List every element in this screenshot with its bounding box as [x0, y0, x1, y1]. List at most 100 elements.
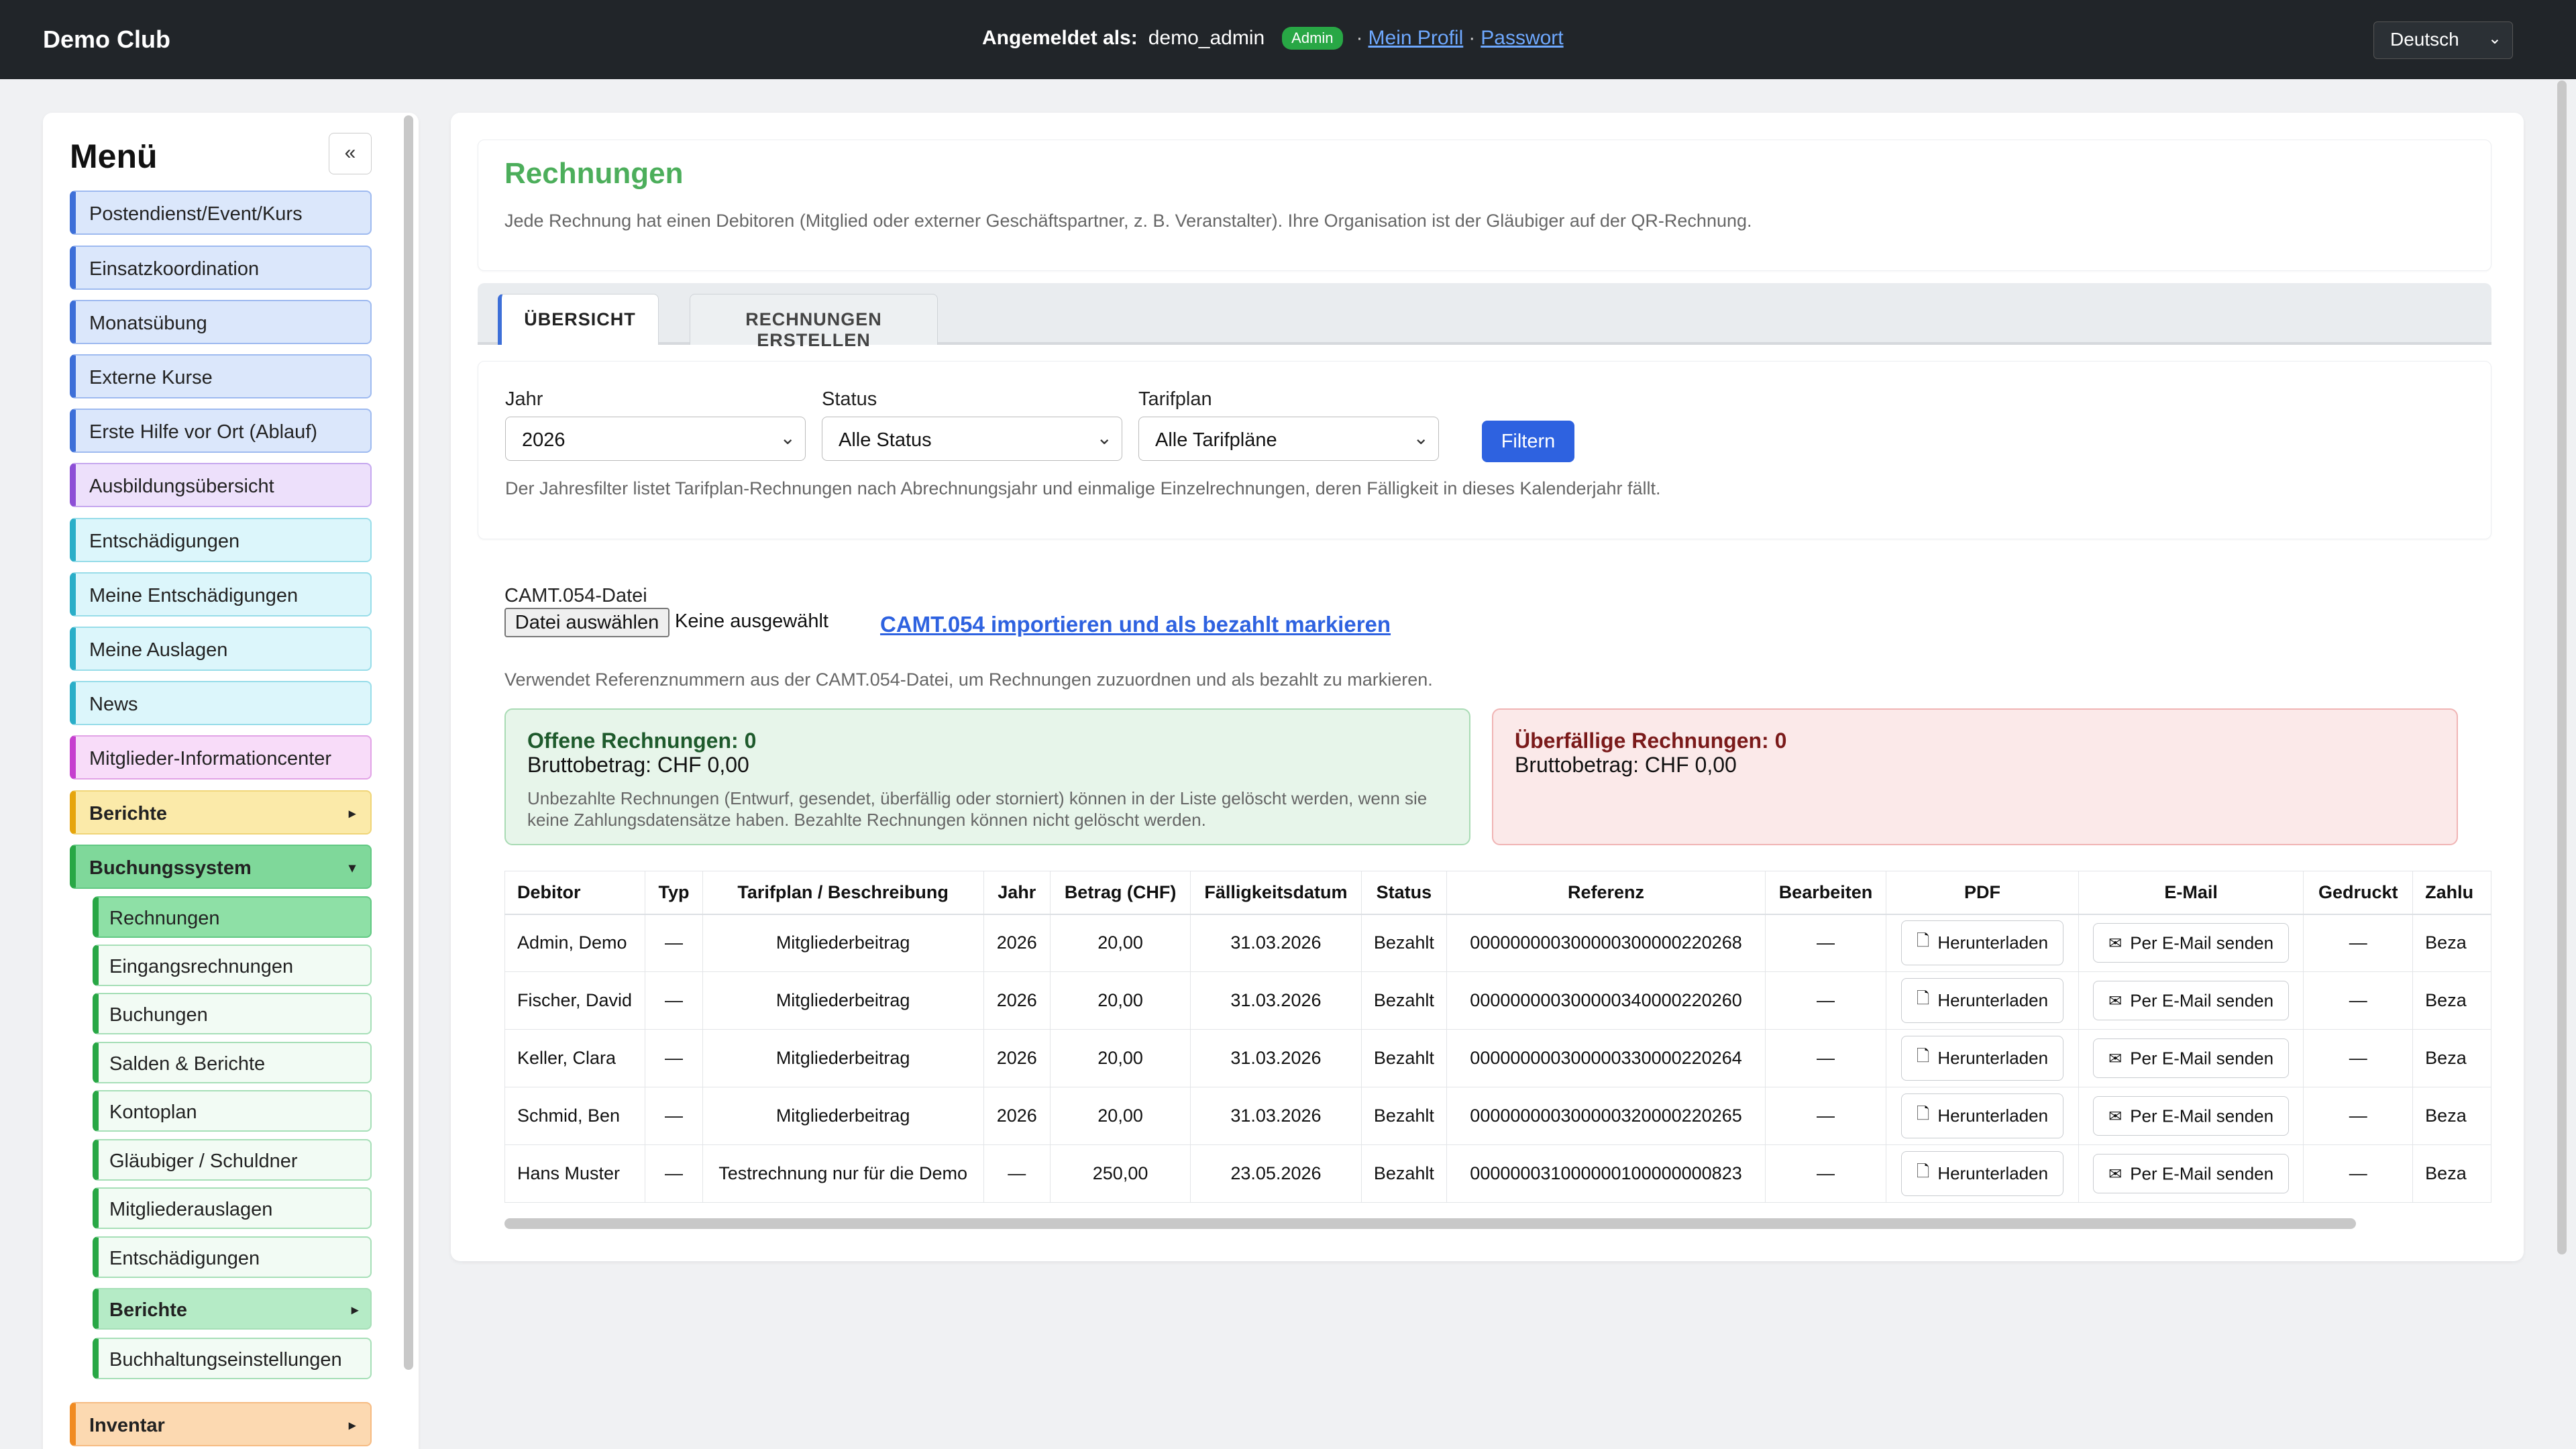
col-pdf[interactable]: PDF	[1886, 871, 2079, 915]
submenu-item-kontoplan[interactable]: Kontoplan	[93, 1090, 372, 1132]
cell-referenz: 000000000300000320000220265	[1446, 1087, 1766, 1145]
send-email-button[interactable]: ✉ Per E-Mail senden	[2093, 1154, 2290, 1193]
submenu-item-mitgliederauslagen[interactable]: Mitgliederauslagen	[93, 1187, 372, 1229]
download-pdf-button[interactable]: 🗋 Herunterladen	[1901, 1151, 2064, 1196]
send-email-button[interactable]: ✉ Per E-Mail senden	[2093, 1096, 2290, 1136]
col-plan[interactable]: Tarifplan / Beschreibung	[702, 871, 984, 915]
year-select[interactable]: 2026 ⌄	[505, 417, 806, 461]
tab-bar: ÜBERSICHT RECHNUNGEN ERSTELLEN	[478, 283, 2491, 350]
sidebar-item-ausbildungsuebersicht[interactable]: Ausbildungsübersicht	[70, 463, 372, 507]
submenu-item-glaeubiger-schuldner[interactable]: Gläubiger / Schuldner	[93, 1139, 372, 1181]
open-invoices-title: Offene Rechnungen: 0	[527, 729, 757, 753]
sidebar-item-buchungssystem[interactable]: Buchungssystem ▾	[70, 845, 372, 889]
cell-gedruckt: —	[2303, 1144, 2414, 1203]
col-zahlung[interactable]: Zahlu	[2412, 871, 2491, 915]
sidebar-scrollbar[interactable]	[404, 115, 413, 1370]
table-horizontal-scrollbar[interactable]	[504, 1218, 2356, 1229]
download-label: Herunterladen	[1937, 932, 2049, 953]
submenu-item-berichte[interactable]: Berichte ▸	[93, 1288, 372, 1330]
sidebar-item-externe-kurse[interactable]: Externe Kurse	[70, 354, 372, 398]
col-referenz[interactable]: Referenz	[1446, 871, 1766, 915]
tab-uebersicht[interactable]: ÜBERSICHT	[498, 294, 659, 345]
brand-name[interactable]: Demo Club	[43, 25, 170, 54]
sidebar-item-einsatzkoordination[interactable]: Einsatzkoordination	[70, 246, 372, 290]
cell-zahlung: Beza	[2412, 914, 2491, 972]
col-debitor[interactable]: Debitor	[504, 871, 646, 915]
password-link[interactable]: Passwort	[1481, 27, 1563, 50]
col-status[interactable]: Status	[1360, 871, 1448, 915]
submenu-item-salden-berichte[interactable]: Salden & Berichte	[93, 1042, 372, 1083]
submenu-item-eingangsrechnungen[interactable]: Eingangsrechnungen	[93, 945, 372, 986]
profile-link[interactable]: Mein Profil	[1368, 27, 1464, 50]
envelope-icon: ✉	[2108, 1107, 2123, 1126]
cell-debitor: Admin, Demo	[504, 914, 646, 972]
download-pdf-button[interactable]: 🗋 Herunterladen	[1901, 1036, 2064, 1081]
cell-bearbeiten: —	[1764, 1144, 1887, 1203]
sidebar-item-mitglieder-info[interactable]: Mitglieder-Informationcenter	[70, 735, 372, 780]
file-choose-button[interactable]: Datei auswählen	[504, 608, 669, 637]
sidebar-item-berichte[interactable]: Berichte ▸	[70, 790, 372, 835]
sidebar-item-inventar[interactable]: Inventar ▸	[70, 1402, 372, 1446]
sidebar-item-meine-entschaedigungen[interactable]: Meine Entschädigungen	[70, 572, 372, 616]
cell-gedruckt: —	[2303, 914, 2414, 972]
table-row: Keller, Clara — Mitgliederbeitrag 2026 2…	[504, 1029, 2491, 1087]
sidebar-item-news[interactable]: News	[70, 681, 372, 725]
camt-file-label: CAMT.054-Datei	[504, 585, 647, 606]
download-pdf-button[interactable]: 🗋 Herunterladen	[1901, 978, 2064, 1023]
table-header-row: Debitor Typ Tarifplan / Beschreibung Jah…	[504, 871, 2491, 915]
cell-jahr: 2026	[983, 914, 1051, 972]
cell-email: ✉ Per E-Mail senden	[2078, 1144, 2304, 1203]
import-card: CAMT.054-Datei Datei auswählen Keine aus…	[478, 564, 2491, 1240]
col-jahr[interactable]: Jahr	[983, 871, 1051, 915]
sidebar-item-entschaedigungen[interactable]: Entschädigungen	[70, 518, 372, 562]
submenu-item-rechnungen[interactable]: Rechnungen	[93, 896, 372, 938]
sidebar-item-meine-auslagen[interactable]: Meine Auslagen	[70, 627, 372, 671]
chevron-down-icon: ⌄	[1096, 427, 1112, 448]
separator: ·	[1356, 27, 1363, 49]
send-email-button[interactable]: ✉ Per E-Mail senden	[2093, 1038, 2290, 1078]
plan-select[interactable]: Alle Tarifpläne ⌄	[1138, 417, 1439, 461]
cell-pdf: 🗋 Herunterladen	[1886, 914, 2079, 972]
col-email[interactable]: E-Mail	[2078, 871, 2304, 915]
col-typ[interactable]: Typ	[645, 871, 703, 915]
filter-button[interactable]: Filtern	[1482, 421, 1574, 462]
page-header-card	[478, 140, 2491, 271]
cell-faellig: 31.03.2026	[1190, 914, 1362, 972]
cell-plan: Mitgliederbeitrag	[702, 914, 984, 972]
col-gedruckt[interactable]: Gedruckt	[2303, 871, 2414, 915]
invoice-table: Debitor Typ Tarifplan / Beschreibung Jah…	[504, 871, 2491, 1203]
cell-faellig: 31.03.2026	[1190, 1029, 1362, 1087]
envelope-icon: ✉	[2108, 934, 2123, 953]
col-betrag[interactable]: Betrag (CHF)	[1049, 871, 1191, 915]
cell-zahlung: Beza	[2412, 971, 2491, 1030]
language-select[interactable]: Deutsch ⌄	[2373, 21, 2513, 59]
submenu-item-buchungen[interactable]: Buchungen	[93, 993, 372, 1034]
send-email-button[interactable]: ✉ Per E-Mail senden	[2093, 981, 2290, 1020]
file-icon: 🗋	[1917, 989, 1930, 1008]
email-label: Per E-Mail senden	[2130, 933, 2274, 954]
cell-jahr: 2026	[983, 1087, 1051, 1145]
cell-bearbeiten: —	[1764, 1087, 1887, 1145]
col-bearbeiten[interactable]: Bearbeiten	[1764, 871, 1887, 915]
sidebar-item-erste-hilfe[interactable]: Erste Hilfe vor Ort (Ablauf)	[70, 409, 372, 453]
collapse-sidebar-button[interactable]: «	[329, 133, 372, 174]
tab-rechnungen-erstellen[interactable]: RECHNUNGEN ERSTELLEN	[690, 294, 938, 350]
cell-typ: —	[645, 1029, 703, 1087]
download-pdf-button[interactable]: 🗋 Herunterladen	[1901, 1093, 2064, 1138]
cell-email: ✉ Per E-Mail senden	[2078, 1029, 2304, 1087]
cell-plan: Testrechnung nur für die Demo	[702, 1144, 984, 1203]
page-scrollbar[interactable]	[2557, 80, 2567, 1254]
filter-note: Der Jahresfilter listet Tarifplan-Rechnu…	[505, 478, 1661, 498]
overdue-invoices-amount: Bruttobetrag: CHF 0,00	[1515, 753, 1737, 777]
camt-import-link[interactable]: CAMT.054 importieren und als bezahlt mar…	[880, 612, 1391, 637]
sidebar-item-postendienst[interactable]: Postendienst/Event/Kurs	[70, 191, 372, 235]
sidebar-item-monatsuebung[interactable]: Monatsübung	[70, 300, 372, 344]
col-faellig[interactable]: Fälligkeitsdatum	[1190, 871, 1362, 915]
submenu-item-buchhaltungseinstellungen[interactable]: Buchhaltungseinstellungen	[93, 1338, 372, 1379]
download-pdf-button[interactable]: 🗋 Herunterladen	[1901, 920, 2064, 966]
send-email-button[interactable]: ✉ Per E-Mail senden	[2093, 923, 2290, 963]
role-badge: Admin	[1282, 27, 1343, 50]
status-select[interactable]: Alle Status ⌄	[822, 417, 1122, 461]
submenu-item-entschaedigungen[interactable]: Entschädigungen	[93, 1236, 372, 1278]
cell-pdf: 🗋 Herunterladen	[1886, 1087, 2079, 1145]
